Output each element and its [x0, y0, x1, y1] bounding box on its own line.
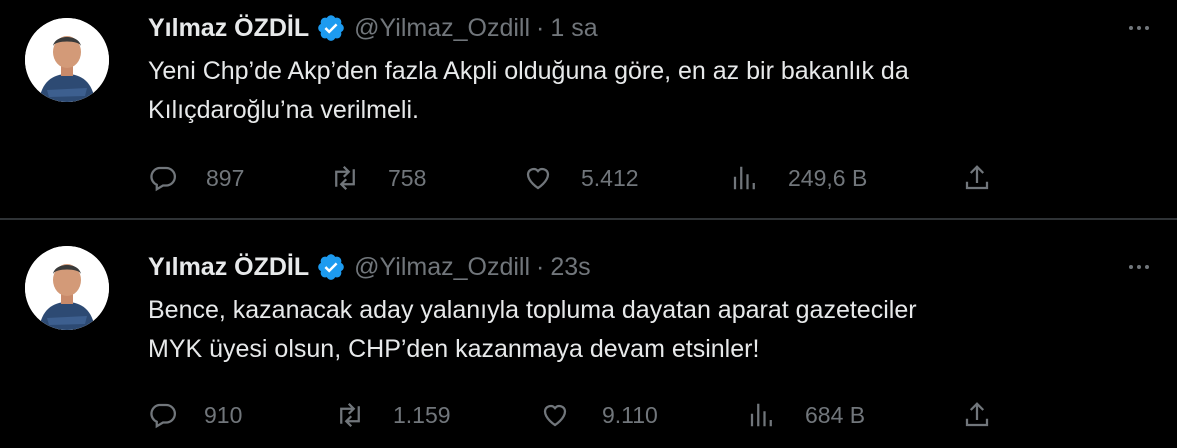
avatar[interactable]: [25, 18, 109, 102]
share-icon: [965, 402, 989, 427]
like-button[interactable]: 9.110: [540, 397, 658, 433]
retweet-button[interactable]: 758: [330, 160, 426, 196]
tweet-header: Yılmaz ÖZDİL @Yilmaz_Ozdill · 23s: [148, 252, 591, 282]
retweet-icon: [335, 165, 355, 191]
reply-count: 910: [204, 401, 243, 428]
like-count: 5.412: [581, 164, 639, 191]
retweet-button[interactable]: 1.159: [335, 397, 451, 433]
tweet-text: Yeni Chp’de Akp’den fazla Akpli olduğuna…: [148, 52, 1148, 130]
avatar[interactable]: [25, 246, 109, 330]
more-options-icon[interactable]: [1121, 252, 1157, 282]
views-count: 684 B: [805, 401, 866, 428]
views-chart-icon: [733, 166, 755, 190]
reply-count: 897: [206, 164, 245, 191]
views-button[interactable]: 249,6 B: [730, 160, 867, 196]
views-count: 249,6 B: [788, 164, 868, 191]
author-name[interactable]: Yılmaz ÖZDİL: [148, 253, 309, 282]
avatar-image: [25, 246, 109, 330]
more-options-icon[interactable]: [1121, 13, 1157, 43]
tweet-divider: [0, 218, 1177, 220]
like-button[interactable]: 5.412: [523, 160, 639, 196]
retweet-count: 758: [388, 164, 427, 191]
tweet-timestamp[interactable]: 1 sa: [550, 14, 597, 43]
tweet[interactable]: Yılmaz ÖZDİL @Yilmaz_Ozdill · 1 sa Yeni …: [0, 0, 1177, 218]
tweet-text-line: MYK üyesi olsun, CHP’den kazanmaya devam…: [148, 335, 760, 363]
header-separator: ·: [536, 252, 545, 281]
tweet-timestamp[interactable]: 23s: [550, 253, 590, 282]
tweet-text-line: Bence, kazanacak aday yalanıyla topluma …: [148, 296, 917, 324]
reply-button[interactable]: 910: [148, 397, 242, 433]
heart-icon: [526, 167, 550, 190]
like-count: 9.110: [602, 401, 658, 428]
verified-badge-icon: [316, 252, 346, 282]
tweet-feed: Yılmaz ÖZDİL @Yilmaz_Ozdill · 1 sa Yeni …: [0, 0, 1177, 448]
author-handle[interactable]: @Yilmaz_Ozdill: [354, 253, 530, 282]
share-button[interactable]: [962, 160, 992, 196]
reply-icon: [150, 166, 176, 192]
views-chart-icon: [750, 403, 772, 427]
tweet-actions: 897 758 5.412 249,6 B: [0, 160, 1177, 196]
avatar-image: [25, 18, 109, 102]
reply-button[interactable]: 897: [148, 160, 244, 196]
retweet-icon: [340, 402, 360, 428]
tweet-header: Yılmaz ÖZDİL @Yilmaz_Ozdill · 1 sa: [148, 13, 598, 43]
tweet[interactable]: Yılmaz ÖZDİL @Yilmaz_Ozdill · 23s Bence,…: [0, 221, 1177, 448]
tweet-text-line: Yeni Chp’de Akp’den fazla Akpli olduğuna…: [148, 57, 909, 85]
retweet-count: 1.159: [393, 401, 451, 428]
tweet-text: Bence, kazanacak aday yalanıyla topluma …: [148, 291, 1148, 369]
author-handle[interactable]: @Yilmaz_Ozdill: [354, 14, 530, 43]
author-name[interactable]: Yılmaz ÖZDİL: [148, 14, 309, 43]
views-button[interactable]: 684 B: [747, 397, 865, 433]
share-icon: [965, 165, 989, 190]
tweet-actions: 910 1.159 9.110 684 B: [0, 397, 1177, 433]
header-separator: ·: [536, 13, 545, 42]
tweet-text-line: Kılıçdaroğlu’na verilmeli.: [148, 96, 419, 124]
reply-icon: [150, 403, 176, 429]
share-button[interactable]: [962, 397, 992, 433]
verified-badge-icon: [316, 13, 346, 43]
heart-icon: [543, 404, 567, 427]
